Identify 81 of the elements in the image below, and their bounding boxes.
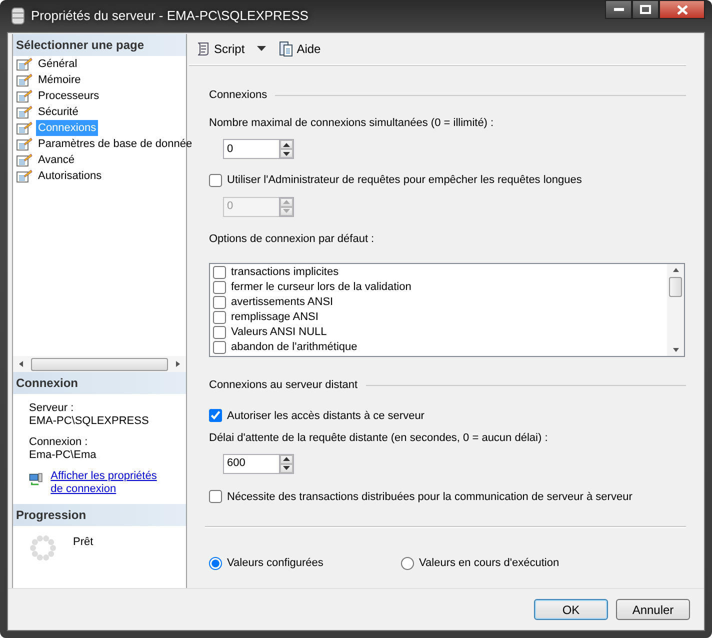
radio-button[interactable] bbox=[209, 556, 222, 570]
checkbox[interactable] bbox=[213, 326, 226, 339]
page-item[interactable]: Mémoire bbox=[36, 72, 83, 88]
right-arrow-icon[interactable] bbox=[174, 360, 182, 368]
checkbox-label: Utiliser l'Administrateur de requêtes pour empêcher les requêtes longues bbox=[227, 173, 582, 188]
maximize-icon bbox=[640, 5, 651, 14]
checkbox[interactable] bbox=[213, 281, 226, 294]
checkbox[interactable] bbox=[213, 311, 226, 324]
down-arrow-icon[interactable] bbox=[672, 347, 680, 353]
field-label: Nombre maximal de connexions simultanées (0 = illimité) : bbox=[209, 116, 495, 130]
number-field[interactable]: 0 bbox=[223, 139, 279, 159]
window-title: Propriétés du serveur - EMA-PC\SQLEXPRESS bbox=[31, 7, 308, 26]
option-label: remplissage ANSI bbox=[231, 310, 318, 326]
option-label: fermer le curseur lors de la validation bbox=[231, 280, 412, 296]
scroll-icon bbox=[195, 40, 211, 56]
up-arrow-icon[interactable] bbox=[672, 267, 680, 273]
page-item[interactable]: Paramètres de base de donnée bbox=[36, 136, 194, 152]
connection-properties-link[interactable]: Afficher les propriétés de connexion bbox=[50, 470, 170, 496]
page-icon bbox=[16, 153, 33, 167]
spin-buttons[interactable] bbox=[279, 454, 294, 474]
progress-spinner-icon bbox=[29, 534, 57, 562]
maximize-button[interactable] bbox=[632, 0, 659, 19]
radio-label: Valeurs en cours d'exécution bbox=[419, 556, 560, 571]
dropdown-caret-icon[interactable] bbox=[254, 46, 268, 51]
server-name: EMA-PC\SQLEXPRESS bbox=[29, 415, 150, 428]
checkbox-label: Autoriser les accès distants à ce serveur bbox=[227, 408, 424, 424]
checkbox[interactable] bbox=[213, 341, 226, 354]
field-label: Options de connexion par défaut : bbox=[209, 232, 376, 246]
progress-status: Prêt bbox=[73, 535, 94, 550]
section-heading: Progression bbox=[13, 504, 186, 526]
scrollbar-thumb[interactable] bbox=[669, 277, 682, 297]
toolbar-button[interactable]: Script bbox=[193, 40, 247, 58]
minimize-icon bbox=[614, 8, 624, 12]
checkbox[interactable] bbox=[209, 174, 222, 187]
left-arrow-icon[interactable] bbox=[17, 360, 25, 368]
scrollbar-thumb[interactable] bbox=[31, 358, 168, 370]
computer-icon bbox=[29, 470, 43, 488]
radio-button[interactable] bbox=[401, 556, 414, 570]
spin-buttons[interactable] bbox=[279, 139, 294, 159]
page-icon bbox=[16, 137, 33, 151]
page-icon bbox=[16, 57, 33, 71]
page-icon bbox=[16, 89, 33, 103]
option-label: abandon de l'arithmétique bbox=[231, 340, 358, 356]
page-item[interactable]: Avancé bbox=[36, 152, 76, 168]
group-heading: Connexions au serveur distant bbox=[209, 378, 358, 393]
database-icon bbox=[11, 7, 25, 25]
horizontal-scrollbar[interactable] bbox=[13, 356, 186, 372]
book-icon bbox=[278, 40, 294, 56]
page-item[interactable]: Processeurs bbox=[36, 88, 102, 104]
page-icon bbox=[16, 121, 33, 135]
page-icon bbox=[16, 73, 33, 87]
page-item[interactable]: Général bbox=[36, 56, 80, 72]
dialog-button[interactable]: OK bbox=[534, 599, 608, 620]
number-field[interactable]: 600 bbox=[223, 454, 279, 474]
vertical-scrollbar[interactable] bbox=[667, 264, 684, 356]
server-label: Serveur : bbox=[29, 402, 75, 415]
group-heading: Connexions bbox=[209, 88, 268, 103]
option-label: transactions implicites bbox=[231, 265, 339, 280]
page-icon bbox=[16, 169, 33, 183]
page-icon bbox=[16, 105, 33, 119]
checkbox[interactable] bbox=[209, 409, 222, 422]
checkbox[interactable] bbox=[209, 490, 222, 504]
checkbox-label: Nécessite des transactions distribuées pour la communication de serveur à serveur bbox=[227, 490, 632, 504]
checkbox[interactable] bbox=[213, 296, 226, 309]
login-name: Ema-PC\Ema bbox=[29, 449, 98, 462]
option-label: Valeurs ANSI NULL bbox=[231, 325, 327, 340]
dialog-button[interactable]: Annuler bbox=[616, 599, 690, 620]
minimize-button[interactable] bbox=[605, 0, 632, 19]
radio-label: Valeurs configurées bbox=[227, 556, 324, 571]
login-label: Connexion : bbox=[29, 436, 89, 449]
close-icon bbox=[676, 4, 688, 14]
section-heading: Connexion bbox=[13, 372, 186, 394]
section-heading: Sélectionner une page bbox=[13, 34, 186, 56]
close-button[interactable] bbox=[659, 0, 705, 19]
page-item[interactable]: Autorisations bbox=[36, 168, 104, 184]
toolbar-button[interactable]: Aide bbox=[276, 40, 323, 58]
options-listbox[interactable]: transactions implicites fermer le curseur lors de la validation avertissements ANSI remplissage ANSI Valeurs ANSI NULL abandon de l'arithmétique bbox=[209, 263, 685, 357]
page-item[interactable]: Sécurité bbox=[36, 104, 80, 120]
checkbox[interactable] bbox=[213, 266, 226, 279]
field-label: Délai d'attente de la requête distante (en secondes, 0 = aucun délai) : bbox=[209, 431, 549, 446]
option-label: avertissements ANSI bbox=[231, 295, 334, 310]
